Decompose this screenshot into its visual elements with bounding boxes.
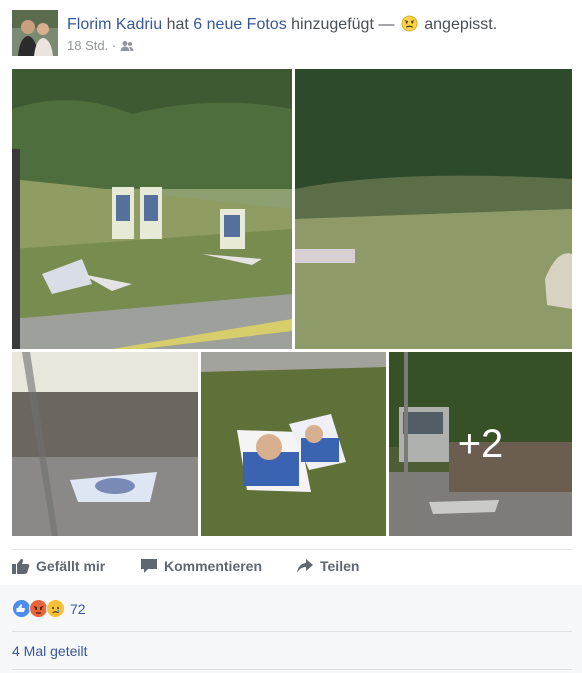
comment-label: Kommentieren: [164, 558, 263, 574]
share-arrow-icon: [297, 559, 313, 573]
photo-3[interactable]: [12, 352, 198, 536]
photos-link[interactable]: 6 neue Fotos: [193, 16, 286, 33]
sad-reaction-icon: [46, 599, 65, 618]
photo-4[interactable]: [201, 352, 386, 536]
headline-verb: hat: [166, 16, 189, 33]
feeling-text: angepisst.: [424, 16, 498, 33]
share-button[interactable]: Teilen: [296, 558, 359, 574]
photo-2[interactable]: [295, 69, 572, 349]
like-button[interactable]: Gefällt mir: [12, 558, 105, 574]
post-header: Florim Kadriu hat 6 neue Fotos hinzugefü…: [12, 10, 572, 58]
angry-face-icon: [401, 15, 418, 32]
share-label: Teilen: [320, 558, 360, 574]
comment-button[interactable]: Kommentieren: [140, 558, 262, 574]
more-photos-overlay[interactable]: +2: [389, 352, 572, 536]
like-label: Gefällt mir: [36, 558, 106, 574]
avatar[interactable]: [12, 10, 58, 56]
author-name-link[interactable]: Florim Kadriu: [67, 16, 162, 33]
divider: [12, 631, 572, 632]
photo-grid: +2: [12, 69, 572, 536]
reaction-summary[interactable]: 72: [12, 599, 86, 618]
shares-count-link[interactable]: 4 Mal geteilt: [12, 643, 87, 659]
thumbs-up-icon: [12, 558, 30, 574]
photo-5[interactable]: +2: [389, 352, 572, 536]
timestamp-link[interactable]: 18 Std.: [67, 38, 108, 53]
post-headline: Florim Kadriu hat 6 neue Fotos hinzugefü…: [67, 15, 497, 34]
friends-icon[interactable]: [120, 40, 134, 52]
photo-roadside-posters: [12, 69, 292, 349]
photo-blurred-grass: [295, 69, 572, 349]
photo-1[interactable]: [12, 69, 292, 349]
action-bar: Gefällt mir Kommentieren Teilen: [12, 549, 572, 586]
photo-poster-on-road: [12, 352, 198, 536]
reactions-section: 72 4 Mal geteilt: [0, 585, 582, 673]
divider: [12, 669, 572, 670]
comment-icon: [141, 559, 157, 573]
post-meta: 18 Std. ·: [67, 38, 134, 53]
headline-action: hinzugefügt —: [291, 16, 395, 33]
photo-posters-in-grass: [201, 352, 386, 536]
reaction-count[interactable]: 72: [70, 601, 86, 617]
